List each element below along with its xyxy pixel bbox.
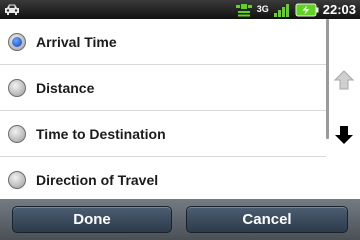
radio-button[interactable] xyxy=(8,171,26,189)
scroll-pane xyxy=(326,19,360,199)
option-direction-of-travel[interactable]: Direction of Travel xyxy=(0,157,326,199)
option-label: Direction of Travel xyxy=(36,172,159,188)
option-label: Distance xyxy=(36,79,95,96)
radio-button[interactable] xyxy=(8,78,26,97)
done-button[interactable]: Done xyxy=(12,206,172,233)
option-label: Time to Destination xyxy=(36,125,166,142)
option-arrival-time[interactable]: Arrival Time xyxy=(0,19,326,65)
network-type-label: 3G xyxy=(256,4,269,14)
options-list: Arrival Time Distance Time to Destinatio… xyxy=(0,19,326,199)
cancel-button[interactable]: Cancel xyxy=(186,206,348,233)
arrow-up-icon[interactable] xyxy=(334,69,354,91)
scrollbar-thumb[interactable] xyxy=(326,19,329,139)
status-bar: 3G 22:03 xyxy=(0,0,360,19)
radio-button-selected[interactable] xyxy=(8,32,26,51)
clock: 22:03 xyxy=(322,2,356,17)
arrow-down-icon[interactable] xyxy=(334,124,354,146)
battery-icon xyxy=(295,3,319,16)
gps-icon xyxy=(235,3,252,16)
option-distance[interactable]: Distance xyxy=(0,65,326,111)
radio-button[interactable] xyxy=(8,124,26,143)
car-icon xyxy=(5,4,19,15)
option-time-to-destination[interactable]: Time to Destination xyxy=(0,111,326,157)
signal-icon xyxy=(273,3,289,17)
option-label: Arrival Time xyxy=(36,33,117,50)
button-bar: Done Cancel xyxy=(0,199,360,240)
